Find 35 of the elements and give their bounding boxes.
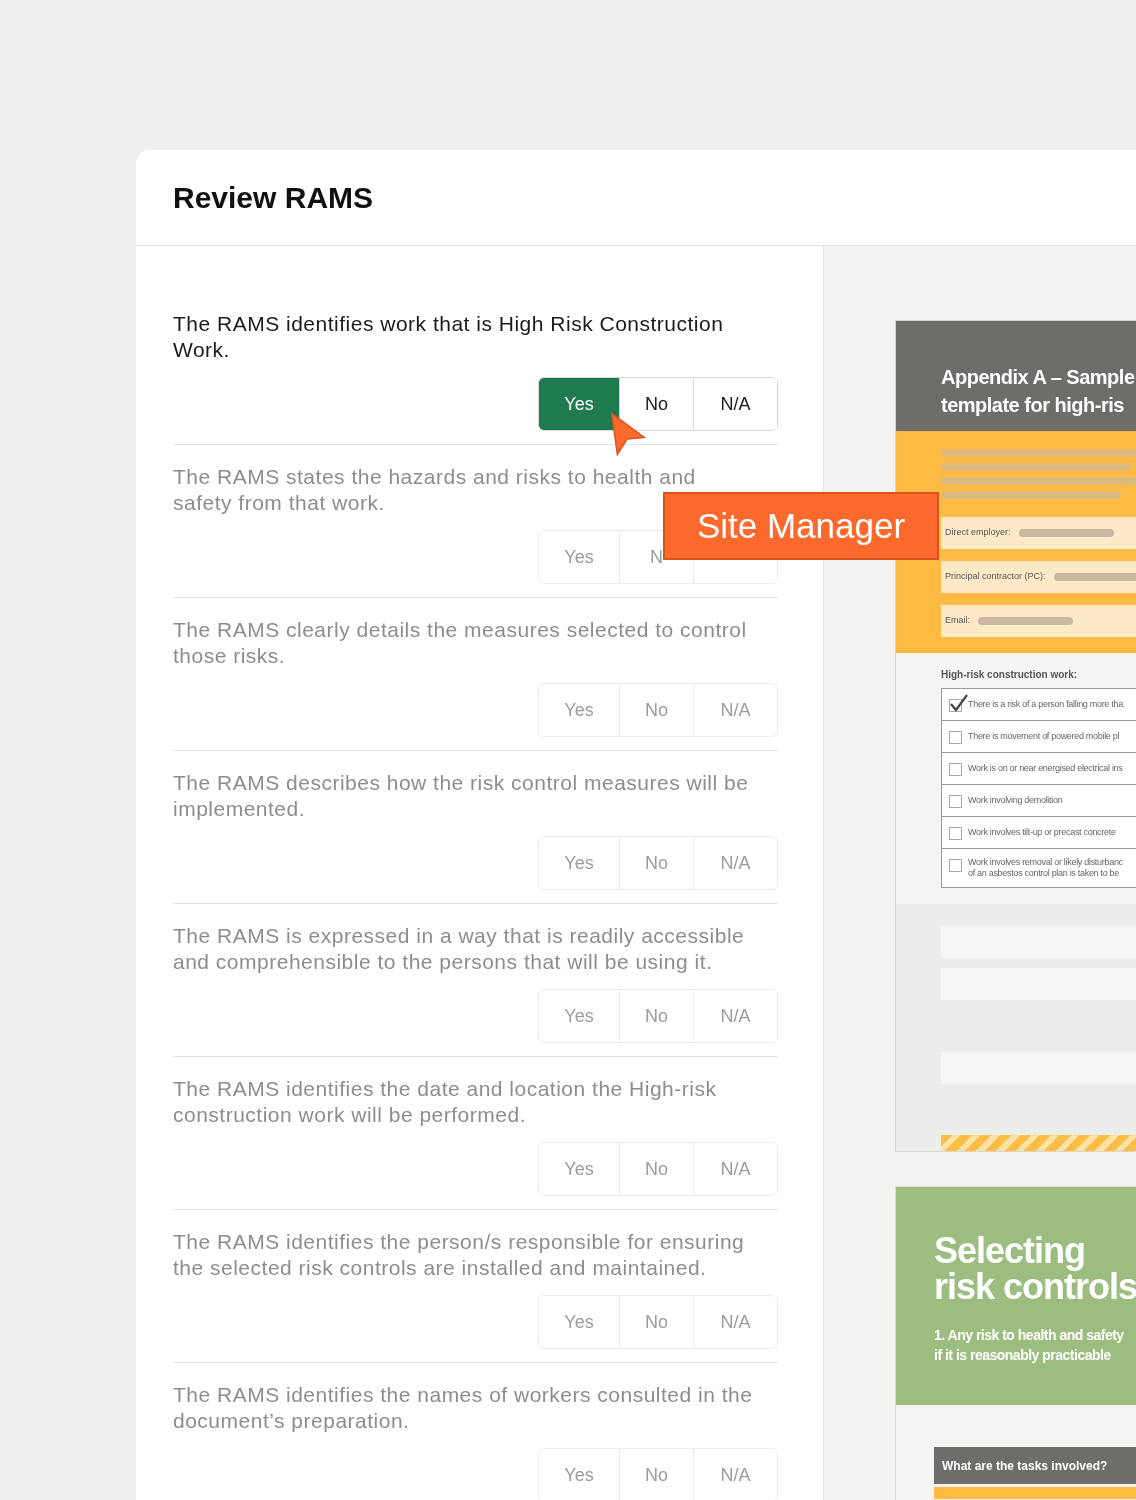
checklist-text: Work involves removal or likely disturbanc of an asbestos control plan is taken to be [968, 857, 1123, 879]
answer-option[interactable]: N/A [693, 684, 777, 736]
field-label: Direct employer: [945, 526, 1011, 540]
question-text: The RAMS is expressed in a way that is readily accessible and comprehensible to the persons that will be using it. [173, 923, 746, 975]
panel-title: Review RAMS [173, 180, 374, 216]
question-text: The RAMS identifies the names of workers consulted in the document’s preparation. [173, 1382, 753, 1434]
user-tooltip: Site Manager [663, 492, 939, 560]
document-text: 1. Any risk to health and safety [934, 1326, 1125, 1345]
answer-option[interactable]: N/A [693, 1449, 777, 1500]
answer-option[interactable]: N/A [693, 990, 777, 1042]
table-heading: What are the tasks involved? [934, 1447, 1136, 1484]
field-label: Principal contractor (PC): [945, 570, 1046, 584]
question-text: The RAMS clearly details the measures selected to control those risks. [173, 617, 748, 669]
checklist-text: There is a risk of a person falling more tha [968, 699, 1123, 710]
checklist-text: Work involving demolition [968, 795, 1063, 806]
question-text: The RAMS identifies work that is High Risk Construction Work. [173, 311, 725, 363]
cursor-icon [609, 412, 647, 456]
answer-option[interactable]: N/A [693, 1143, 777, 1195]
field-label: Email: [945, 614, 970, 628]
checklist-text: Work is on or near energised electrical ins [968, 763, 1123, 774]
answer-option[interactable]: N/A [693, 837, 777, 889]
question-text: The RAMS describes how the risk control measures will be implemented. [173, 770, 750, 822]
checklist-text: There is movement of powered mobile pl [968, 731, 1120, 742]
checkmark-icon [949, 694, 969, 714]
answer-option[interactable]: Yes [539, 378, 619, 430]
checklist-text: Work involves tilt-up or precast concrete [968, 827, 1116, 838]
question-text: The RAMS identifies the person/s responsible for ensuring the selected risk controls are installed and maintained. [173, 1229, 746, 1281]
answer-option[interactable]: N/A [693, 378, 777, 430]
document-title: template for high-ris [941, 393, 1125, 418]
section-title: High-risk construction work: [941, 668, 1079, 682]
answer-option[interactable]: N/A [693, 1296, 777, 1348]
document-title: Appendix A – Sample [941, 365, 1136, 390]
document-title: Selecting [934, 1233, 1087, 1269]
question-text: The RAMS identifies the date and location the High-risk construction work will be performed. [173, 1076, 718, 1128]
document-text: if it is reasonably practicable [934, 1346, 1112, 1365]
